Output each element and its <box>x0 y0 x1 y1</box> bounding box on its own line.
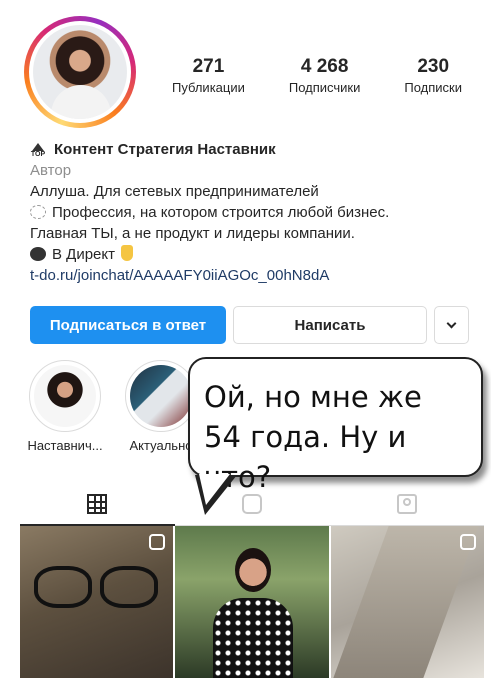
avatar-photo <box>33 25 127 119</box>
followers-stat[interactable]: 4 268 Подписчики <box>289 56 361 96</box>
post-thumbnail[interactable] <box>175 526 329 678</box>
post-thumbnail[interactable] <box>330 526 484 678</box>
grid-icon <box>87 493 108 514</box>
street-image <box>332 526 479 678</box>
following-count: 230 <box>417 56 450 77</box>
bio-line-2: Профессия, на котором строится любой биз… <box>30 202 470 223</box>
bio-line-4: В Директ <box>30 244 470 265</box>
reel-badge-icon <box>149 534 166 550</box>
reel-badge-icon <box>459 534 476 550</box>
posts-stat[interactable]: 271 Публикации <box>172 56 245 96</box>
profile-stats: 271 Публикации 4 268 Подписчики 230 Подп… <box>172 56 462 96</box>
glasses-image <box>34 566 164 616</box>
bio-link[interactable]: t-do.ru/joinchat/AAAAAFY0iiAGOc_00hN8dA <box>30 265 470 286</box>
top-badge-text: TOP <box>30 150 46 158</box>
bio-line-4-text: В Директ <box>52 246 115 263</box>
speech-bubble-text: Ой, но мне же 54 года. Ну и что? <box>204 380 422 494</box>
posts-label: Публикации <box>172 80 245 95</box>
highlight-item[interactable]: Наставнич... <box>24 360 106 460</box>
profile-category: Автор <box>30 162 72 179</box>
profile-avatar[interactable] <box>24 16 136 128</box>
bio-line-2-text: Профессия, на котором строится любой биз… <box>52 204 390 221</box>
follow-back-button[interactable]: Подписаться в ответ <box>30 306 226 344</box>
followers-label: Подписчики <box>288 80 361 95</box>
profile-name: Контент Стратегия Наставник <box>54 141 276 158</box>
profile-bio: TOP Контент Стратегия Наставник Автор Ал… <box>30 140 470 286</box>
chevron-down-icon <box>446 318 457 328</box>
thought-cloud-icon <box>30 205 46 219</box>
speech-bubble: Ой, но мне же 54 года. Ну и что? <box>188 357 483 494</box>
person-image <box>213 548 294 678</box>
tab-posts-grid[interactable] <box>20 482 175 526</box>
profile-actions: Подписаться в ответ Написать <box>30 306 476 344</box>
top-arrow-icon: TOP <box>30 142 46 158</box>
profile-screen: 271 Публикации 4 268 Подписчики 230 Подп… <box>10 6 484 678</box>
post-thumbnail[interactable] <box>20 526 174 678</box>
bio-line-3: Главная ТЫ, а не продукт и лидеры компан… <box>30 225 355 242</box>
highlight-cover <box>130 365 192 427</box>
following-label: Подписки <box>404 80 462 95</box>
more-button[interactable] <box>434 306 469 344</box>
posts-grid <box>20 526 484 678</box>
pointing-hand-icon <box>121 245 133 261</box>
speech-balloon-icon <box>30 247 46 261</box>
bio-line-1: Аллуша. Для сетевых предпринимателей <box>30 183 319 200</box>
message-button[interactable]: Написать <box>233 306 427 344</box>
profile-name-row: TOP Контент Стратегия Наставник <box>30 140 470 160</box>
highlight-label: Наставнич... <box>27 438 103 453</box>
posts-count: 271 <box>192 56 225 77</box>
followers-count: 4 268 <box>300 56 349 77</box>
highlight-cover <box>34 365 96 427</box>
following-stat[interactable]: 230 Подписки <box>404 56 462 96</box>
